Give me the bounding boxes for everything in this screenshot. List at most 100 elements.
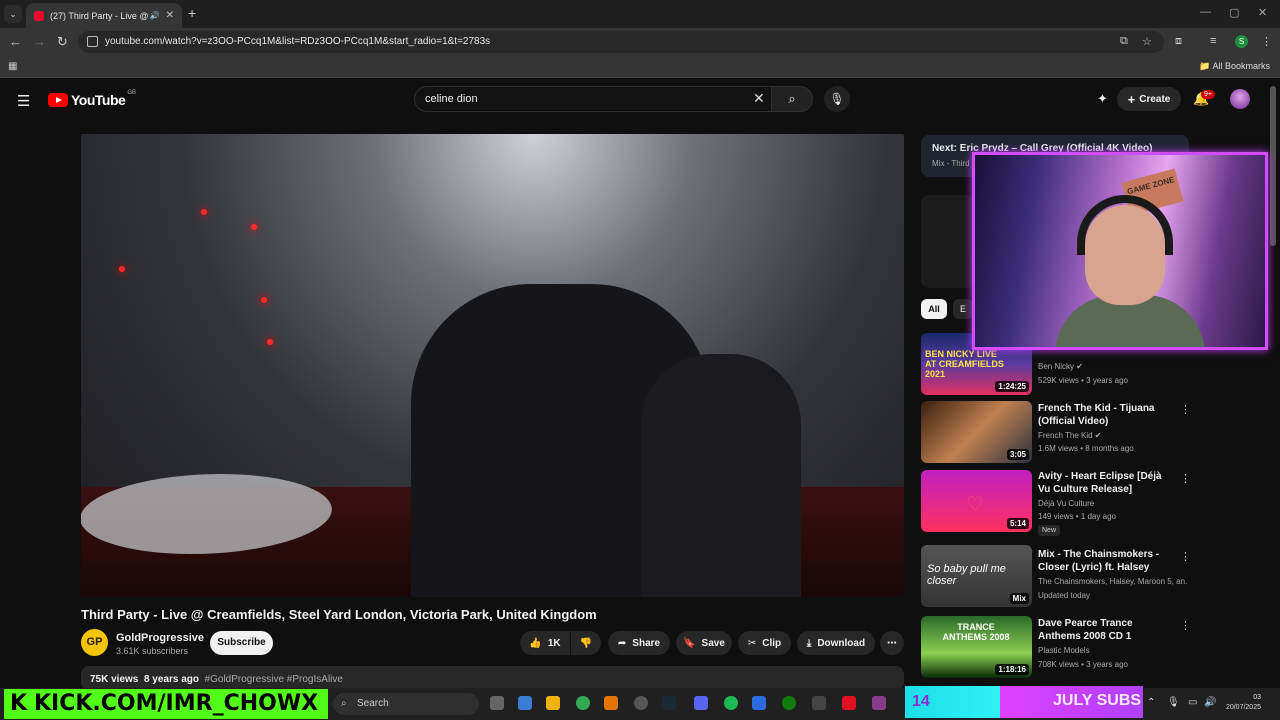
extensions-icon[interactable]: ⧈ [1175,35,1182,48]
country-code: GB [127,90,136,96]
rec-channel[interactable]: Déjà Vu Culture [1038,499,1188,508]
upload-age: 8 years ago [143,674,199,685]
address-url[interactable]: youtube.com/watch?v=z3OO-PCcq1M&list=RDz… [105,36,490,47]
share-button[interactable]: ➦ Share [608,631,670,655]
download-button[interactable]: ⤓ Download [797,631,875,655]
close-window-button[interactable]: ✕ [1258,6,1267,19]
tab-close-icon[interactable]: ✕ [166,10,174,21]
youtube-logo[interactable]: YouTube GB [48,90,136,108]
profile-avatar[interactable]: S [1235,35,1248,48]
clear-search-icon[interactable]: ✕ [753,90,765,107]
rec-more-icon[interactable]: ⋮ [1180,472,1191,485]
description-tags[interactable]: #GoldProgressive #ProgIsAlive [205,674,343,685]
rec-channel[interactable]: The Chainsmokers, Halsey, Maroon 5, an..… [1038,577,1188,586]
rec-title[interactable]: Mix - The Chainsmokers - Closer (Lyric) … [1038,548,1173,574]
chrome-icon[interactable] [576,696,590,710]
steam-icon[interactable] [662,696,676,710]
speaker-icon: 🔊 [149,11,160,20]
account-avatar[interactable] [1230,89,1250,109]
youtube-play-icon [48,93,68,107]
browser-tab-active[interactable]: (27) Third Party - Live @ Cr 🔊 ✕ [26,3,182,28]
back-button[interactable]: ← [9,34,22,49]
rec-title[interactable]: Dave Pearce Trance Anthems 2008 CD 1 [1038,617,1173,643]
rec-thumbnail[interactable]: ♡ 5:14 [921,470,1032,532]
voice-search-button[interactable]: 🎙 [824,86,850,112]
site-info-icon[interactable] [87,36,98,47]
rec-channel[interactable]: Plastic Models [1038,646,1188,655]
chip-all[interactable]: All [921,299,947,319]
discord-icon[interactable] [694,696,708,710]
minimize-button[interactable]: — [1200,6,1211,18]
task-view-icon[interactable] [490,696,504,710]
rec-channel[interactable]: French The Kid ✔ [1038,431,1188,440]
copilot-icon[interactable] [518,696,532,710]
app-icon[interactable] [872,696,886,710]
file-explorer-icon[interactable] [546,696,560,710]
thumb-text: BEN NICKY LIVE AT CREAMFIELDS 2021 [925,349,1004,379]
app-icon[interactable] [812,696,826,710]
video-player[interactable] [81,134,904,597]
rec-more-icon[interactable]: ⋮ [1180,550,1191,563]
subs-count: 14 [912,693,930,710]
cast-share-icon[interactable]: ✦ [1097,91,1108,107]
bookmark-star-icon[interactable]: ☆ [1142,35,1152,48]
all-bookmarks-button[interactable]: 📁 All Bookmarks [1199,61,1270,72]
rec-title[interactable]: French The Kid - Tijuana (Official Video… [1038,402,1173,428]
thumb-text: So baby pull me closer [927,563,1006,587]
chip-filter[interactable]: E [953,299,973,319]
playlist-panel[interactable] [921,195,975,288]
more-actions-button[interactable]: ⋯ [880,631,904,655]
taskbar-search[interactable]: Search [333,693,479,715]
rec-thumbnail[interactable]: So baby pull me closer Mix [921,545,1032,607]
obs-icon[interactable] [634,696,648,710]
rec-meta: 149 views • 1 day ago [1038,512,1116,521]
thumb-text: TRANCE ANTHEMS 2008 [942,622,1010,642]
rec-more-icon[interactable]: ⋮ [1180,619,1191,632]
bookmark-icon: 🔖 [683,637,696,649]
stage-light [251,224,257,230]
save-button[interactable]: 🔖 Save [676,631,732,655]
cast-icon[interactable]: ⧉ [1120,35,1128,48]
stage-light [261,297,267,303]
media-controls-icon[interactable]: ≡ [1210,35,1216,47]
create-button[interactable]: + Create [1117,87,1181,111]
rec-more-icon[interactable]: ⋮ [1180,403,1191,416]
app-icon[interactable] [842,696,856,710]
view-count: 75K views [90,674,139,685]
create-label: Create [1139,93,1171,105]
like-button[interactable]: 👍 1K [520,631,570,655]
spotify-icon[interactable] [724,696,738,710]
chrome-menu-icon[interactable]: ⋮ [1261,35,1272,48]
forward-button[interactable]: → [33,34,46,49]
taskbar-clock[interactable]: 03 20/07/2025 [1215,693,1261,713]
tab-search-button[interactable]: ⌄ [4,5,22,23]
rec-channel[interactable]: Ben Nicky ✔ [1038,362,1188,371]
maximize-button[interactable]: ▢ [1229,6,1239,19]
rec-channel-name: Ben Nicky [1038,362,1075,371]
rec-thumbnail[interactable]: 3:05 [921,401,1032,463]
apps-grid-icon[interactable]: ▦ [8,61,17,72]
tray-network-icon[interactable]: ▭ [1188,697,1197,708]
rec-thumbnail[interactable]: TRANCE ANTHEMS 2008 1:18:16 [921,616,1032,678]
rec-duration: 1:18:16 [995,664,1029,675]
subscribe-button[interactable]: Subscribe [210,631,273,655]
dislike-button[interactable]: 👎 [571,631,601,655]
guide-menu-icon[interactable]: ☰ [17,92,30,110]
channel-name[interactable]: GoldProgressive [116,632,204,644]
xbox-icon[interactable] [782,696,796,710]
reload-button[interactable]: ↻ [57,34,68,50]
clip-button[interactable]: ✂ Clip [738,631,791,655]
page-scrollbar[interactable] [1270,86,1276,246]
channel-avatar[interactable]: GP [81,629,108,656]
stage-light [267,339,273,345]
search-button[interactable]: ⌕ [771,86,813,112]
tray-chevron-icon[interactable]: ⌃ [1147,697,1155,708]
rec-title[interactable]: Avity - Heart Eclipse [Déjà Vu Culture R… [1038,470,1173,496]
search-query[interactable]: celine dion [425,93,478,105]
save-label: Save [701,637,725,649]
tray-mic-icon[interactable]: 🎙 [1167,697,1180,708]
app-icon[interactable] [604,696,618,710]
new-tab-button[interactable]: + [188,5,196,21]
scissors-icon: ✂ [747,637,757,649]
app-icon[interactable] [752,696,766,710]
